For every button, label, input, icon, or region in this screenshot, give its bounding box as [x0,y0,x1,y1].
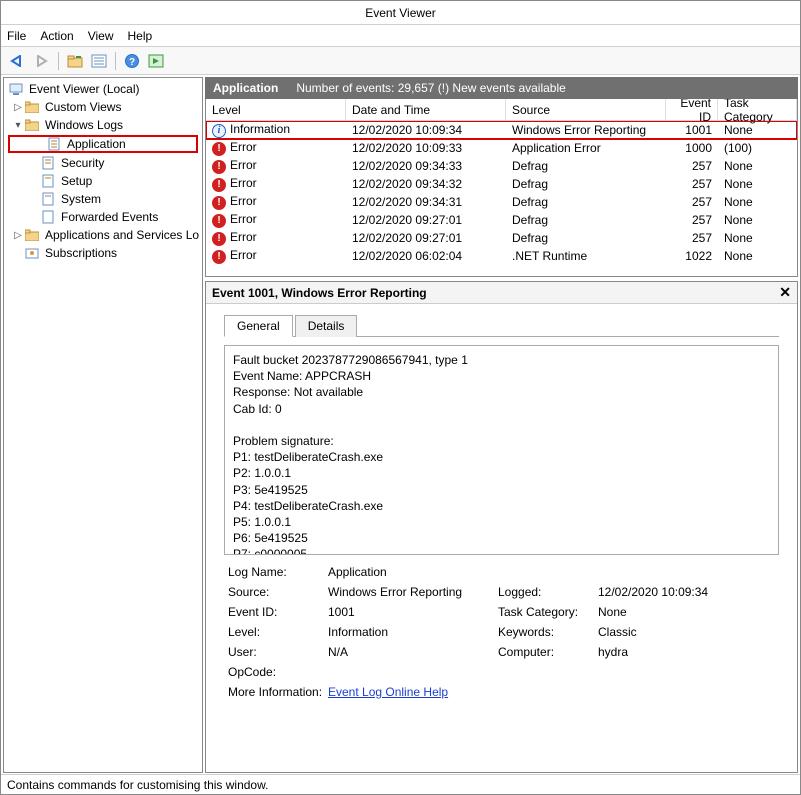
menu-action[interactable]: Action [40,29,73,43]
table-row[interactable]: !Error12/02/2020 09:27:01Defrag257None [206,211,797,229]
col-date[interactable]: Date and Time [346,99,506,120]
lbl-level: Level: [228,625,328,639]
toolbar: ? [1,47,800,75]
expand-icon[interactable]: ▷ [12,230,24,241]
detail-properties: Log Name: Application Source: Windows Er… [224,565,779,699]
error-icon: ! [212,178,226,192]
error-icon: ! [212,232,226,246]
subscriptions-icon [24,245,40,261]
tree-forwarded[interactable]: Forwarded Events [4,208,202,226]
table-row[interactable]: !Error12/02/2020 09:34:32Defrag257None [206,175,797,193]
tab-details[interactable]: Details [295,315,358,337]
table-row[interactable]: iInformation12/02/2020 10:09:34Windows E… [206,121,797,139]
col-source[interactable]: Source [506,99,666,120]
error-icon: ! [212,214,226,228]
tree-root[interactable]: Event Viewer (Local) [4,80,202,98]
log-icon [40,155,56,171]
val-logname: Application [328,565,498,579]
error-icon: ! [212,196,226,210]
svg-text:?: ? [129,57,135,68]
tree-setup[interactable]: Setup [4,172,202,190]
grid-body[interactable]: iInformation12/02/2020 10:09:34Windows E… [206,121,797,277]
content-title: Application [213,77,278,99]
val-computer: hydra [598,645,768,659]
info-icon: i [212,124,226,138]
col-level[interactable]: Level [206,99,346,120]
forward-button[interactable] [31,50,53,72]
lbl-source: Source: [228,585,328,599]
lbl-cat: Task Category: [498,605,598,619]
log-icon [40,209,56,225]
val-source: Windows Error Reporting [328,585,498,599]
table-row[interactable]: !Error12/02/2020 06:02:04.NET Runtime102… [206,247,797,265]
error-icon: ! [212,250,226,264]
tree-security[interactable]: Security [4,154,202,172]
collapse-icon[interactable]: ▾ [12,120,24,131]
val-user: N/A [328,645,498,659]
link-online-help[interactable]: Event Log Online Help [328,685,448,699]
tree-system[interactable]: System [4,190,202,208]
log-icon [46,136,62,152]
table-row[interactable]: !Error12/02/2020 09:27:01Defrag257None [206,229,797,247]
tab-general[interactable]: General [224,315,293,337]
menu-file[interactable]: File [7,29,26,43]
tree-application[interactable]: Application [8,135,198,153]
val-eid: 1001 [328,605,498,619]
menubar: File Action View Help [1,25,800,47]
folder-button[interactable] [64,50,86,72]
grid-header: Level Date and Time Source Event ID Task… [206,99,797,121]
help-button[interactable]: ? [121,50,143,72]
detail-text[interactable]: Fault bucket 2023787729086567941, type 1… [224,345,779,555]
menu-help[interactable]: Help [128,29,153,43]
val-logged: 12/02/2020 10:09:34 [598,585,768,599]
val-keywords: Classic [598,625,768,639]
lbl-user: User: [228,645,328,659]
window-title: Event Viewer [365,6,435,20]
statusbar-text: Contains commands for customising this w… [7,778,268,792]
table-row[interactable]: !Error12/02/2020 09:34:33Defrag257None [206,157,797,175]
folder-icon [24,117,40,133]
table-row[interactable]: !Error12/02/2020 09:34:31Defrag257None [206,193,797,211]
val-cat: None [598,605,768,619]
lbl-eid: Event ID: [228,605,328,619]
error-icon: ! [212,142,226,156]
menu-view[interactable]: View [88,29,114,43]
error-icon: ! [212,160,226,174]
folder-icon [24,227,40,243]
col-eventid[interactable]: Event ID [666,99,718,120]
properties-button[interactable] [88,50,110,72]
event-count: Number of events: 29,657 (!) New events … [296,77,565,99]
detail-title-bar: Event 1001, Windows Error Reporting ✕ [206,282,797,304]
detail-tabs: General Details [224,314,779,337]
lbl-logname: Log Name: [228,565,328,579]
detail-title: Event 1001, Windows Error Reporting [212,286,427,300]
col-category[interactable]: Task Category [718,99,797,120]
table-row[interactable]: !Error12/02/2020 10:09:33Application Err… [206,139,797,157]
back-button[interactable] [7,50,29,72]
tree-windows-logs[interactable]: ▾ Windows Logs [4,116,202,134]
close-icon[interactable]: ✕ [779,284,791,301]
tree-subscriptions[interactable]: Subscriptions [4,244,202,262]
right-pane: Application Number of events: 29,657 (!)… [205,77,798,773]
folder-icon [24,99,40,115]
titlebar: Event Viewer [1,1,800,25]
statusbar: Contains commands for customising this w… [1,774,800,794]
lbl-computer: Computer: [498,645,598,659]
content-header: Application Number of events: 29,657 (!)… [205,77,798,99]
expand-icon[interactable]: ▷ [12,102,24,113]
detail-pane: Event 1001, Windows Error Reporting ✕ Ge… [205,281,798,773]
tree-pane[interactable]: Event Viewer (Local) ▷ Custom Views ▾ Wi… [3,77,203,773]
log-icon [40,191,56,207]
refresh-button[interactable] [145,50,167,72]
log-icon [40,173,56,189]
lbl-keywords: Keywords: [498,625,598,639]
lbl-moreinfo: More Information: [228,685,328,699]
tree-apps-services[interactable]: ▷ Applications and Services Lo [4,226,202,244]
event-grid[interactable]: Level Date and Time Source Event ID Task… [205,99,798,277]
computer-icon [8,81,24,97]
tree-custom-views[interactable]: ▷ Custom Views [4,98,202,116]
val-level: Information [328,625,498,639]
lbl-opcode: OpCode: [228,665,328,679]
lbl-logged: Logged: [498,585,598,599]
